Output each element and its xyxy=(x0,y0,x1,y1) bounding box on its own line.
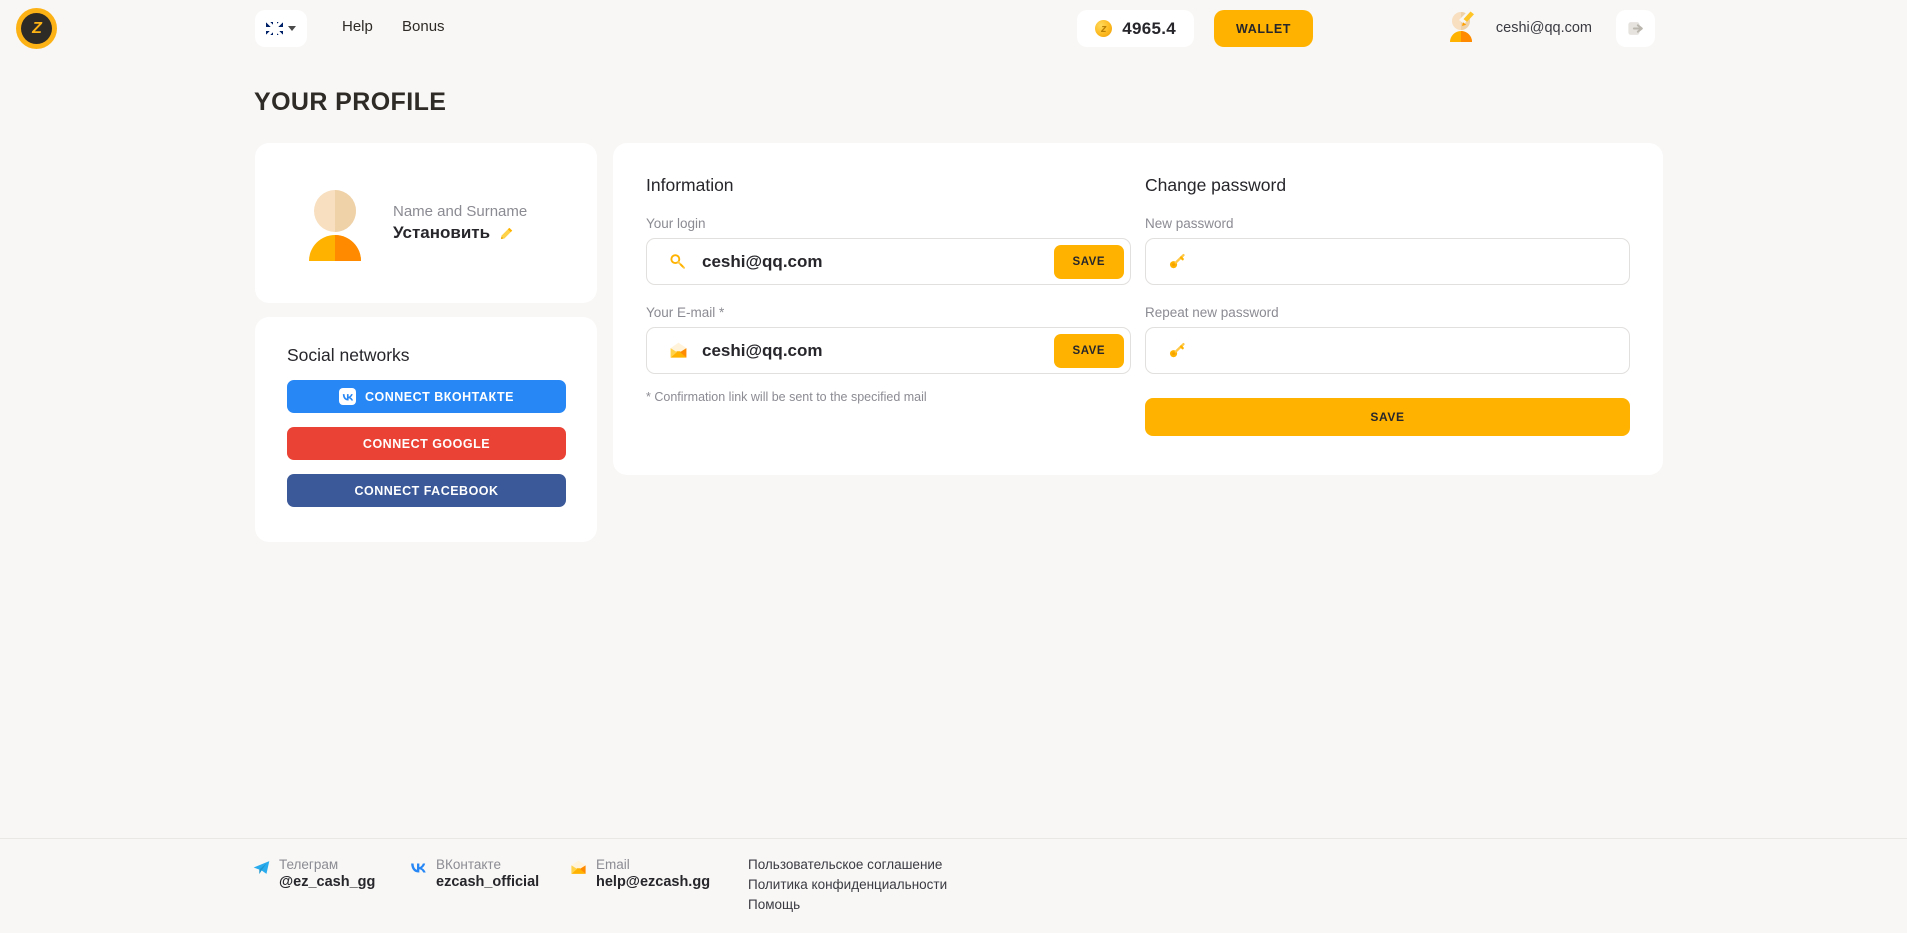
profile-name-value: Установить xyxy=(393,223,490,243)
user-email-label: ceshi@qq.com xyxy=(1496,20,1592,36)
information-section: Information Your login SAVE Your E-mail … xyxy=(646,175,1131,475)
contact-vkontakte-value: ezcash_official xyxy=(436,874,539,890)
pencil-icon[interactable] xyxy=(498,225,515,242)
logout-button[interactable] xyxy=(1616,10,1655,47)
logo-glyph: Z xyxy=(21,13,52,44)
connect-facebook-button[interactable]: CONNECT FACEBOOK xyxy=(287,474,566,507)
contact-vkontakte[interactable]: ВКонтакте ezcash_official xyxy=(410,857,539,890)
login-save-button[interactable]: SAVE xyxy=(1054,245,1124,279)
connect-google-label: CONNECT GOOGLE xyxy=(363,437,490,451)
top-header: Z Help Bonus 4965.4 WALLET ceshi@qq.com xyxy=(0,0,1907,57)
repeat-password-label: Repeat new password xyxy=(1145,305,1630,320)
logout-arrow-icon xyxy=(1626,19,1645,38)
page-title: YOUR PROFILE xyxy=(254,88,446,117)
profile-name-label: Name and Surname xyxy=(393,203,527,220)
vk-glyph-icon xyxy=(342,393,354,401)
footer-link-help[interactable]: Помощь xyxy=(748,897,947,912)
key-icon xyxy=(1168,341,1187,360)
profile-name-value-row: Установить xyxy=(393,223,527,243)
contact-vkontakte-label: ВКонтакте xyxy=(436,857,539,872)
page-footer: Телеграм @ez_cash_gg ВКонтакте ezcash_of… xyxy=(0,838,1907,933)
balance-amount: 4965.4 xyxy=(1122,19,1176,39)
repeat-password-input[interactable] xyxy=(1201,341,1623,361)
contact-vkontakte-text: ВКонтакте ezcash_official xyxy=(436,857,539,890)
repeat-password-input-wrap xyxy=(1145,327,1630,374)
footer-link-privacy[interactable]: Политика конфиденциальности xyxy=(748,877,947,892)
contact-email-label: Email xyxy=(596,857,710,872)
contact-telegram-text: Телеграм @ez_cash_gg xyxy=(279,857,375,890)
contact-telegram[interactable]: Телеграм @ez_cash_gg xyxy=(253,857,375,890)
chevron-down-icon xyxy=(288,26,296,31)
ezcash-logo-icon[interactable]: Z xyxy=(16,8,57,49)
contact-email-text: Email help@ezcash.gg xyxy=(596,857,710,890)
email-save-button[interactable]: SAVE xyxy=(1054,334,1124,368)
envelope-icon xyxy=(570,859,587,876)
email-input-wrap: SAVE xyxy=(646,327,1131,374)
user-menu[interactable]: ceshi@qq.com xyxy=(1437,4,1592,52)
contact-telegram-value: @ez_cash_gg xyxy=(279,874,375,890)
coin-icon xyxy=(1095,20,1112,37)
uk-flag-icon xyxy=(266,22,283,35)
key-icon xyxy=(669,252,688,271)
email-input[interactable] xyxy=(702,341,1054,361)
new-password-input[interactable] xyxy=(1201,252,1623,272)
envelope-icon xyxy=(669,341,688,360)
password-save-button[interactable]: SAVE xyxy=(1145,398,1630,436)
login-input-wrap: SAVE xyxy=(646,238,1131,285)
wallet-button[interactable]: WALLET xyxy=(1214,10,1313,47)
profile-name-block: Name and Surname Установить xyxy=(393,203,527,243)
vk-icon xyxy=(410,859,427,876)
telegram-icon xyxy=(253,859,270,876)
vk-icon xyxy=(339,388,356,405)
social-networks-title: Social networks xyxy=(287,345,569,366)
profile-card: Name and Surname Установить xyxy=(255,143,597,303)
email-field-label: Your E-mail * xyxy=(646,305,1131,320)
account-settings-card: Information Your login SAVE Your E-mail … xyxy=(613,143,1663,475)
connect-vkontakte-label: CONNECT ВКОНТАКТЕ xyxy=(365,390,514,404)
information-title: Information xyxy=(646,175,1131,196)
contact-telegram-label: Телеграм xyxy=(279,857,375,872)
login-input[interactable] xyxy=(702,252,1054,272)
connect-vkontakte-button[interactable]: CONNECT ВКОНТАКТЕ xyxy=(287,380,566,413)
new-password-input-wrap xyxy=(1145,238,1630,285)
footer-link-terms[interactable]: Пользовательское соглашение xyxy=(748,857,947,872)
social-networks-card: Social networks CONNECT ВКОНТАКТЕ CONNEC… xyxy=(255,317,597,542)
nav-link-bonus[interactable]: Bonus xyxy=(402,18,445,35)
change-password-section: Change password New password Repeat new … xyxy=(1145,175,1630,475)
email-confirmation-hint: * Confirmation link will be sent to the … xyxy=(646,390,1131,404)
login-field-label: Your login xyxy=(646,216,1131,231)
avatar-icon xyxy=(1437,4,1485,52)
key-icon xyxy=(1168,252,1187,271)
profile-avatar-icon xyxy=(293,181,377,265)
connect-facebook-label: CONNECT FACEBOOK xyxy=(354,484,498,498)
nav-link-help[interactable]: Help xyxy=(342,18,373,35)
new-password-label: New password xyxy=(1145,216,1630,231)
contact-email-value: help@ezcash.gg xyxy=(596,874,710,890)
footer-links: Пользовательское соглашение Политика кон… xyxy=(748,857,947,917)
change-password-title: Change password xyxy=(1145,175,1630,196)
connect-google-button[interactable]: CONNECT GOOGLE xyxy=(287,427,566,460)
contact-email[interactable]: Email help@ezcash.gg xyxy=(570,857,710,890)
balance-display[interactable]: 4965.4 xyxy=(1077,10,1194,47)
language-selector[interactable] xyxy=(255,10,307,47)
